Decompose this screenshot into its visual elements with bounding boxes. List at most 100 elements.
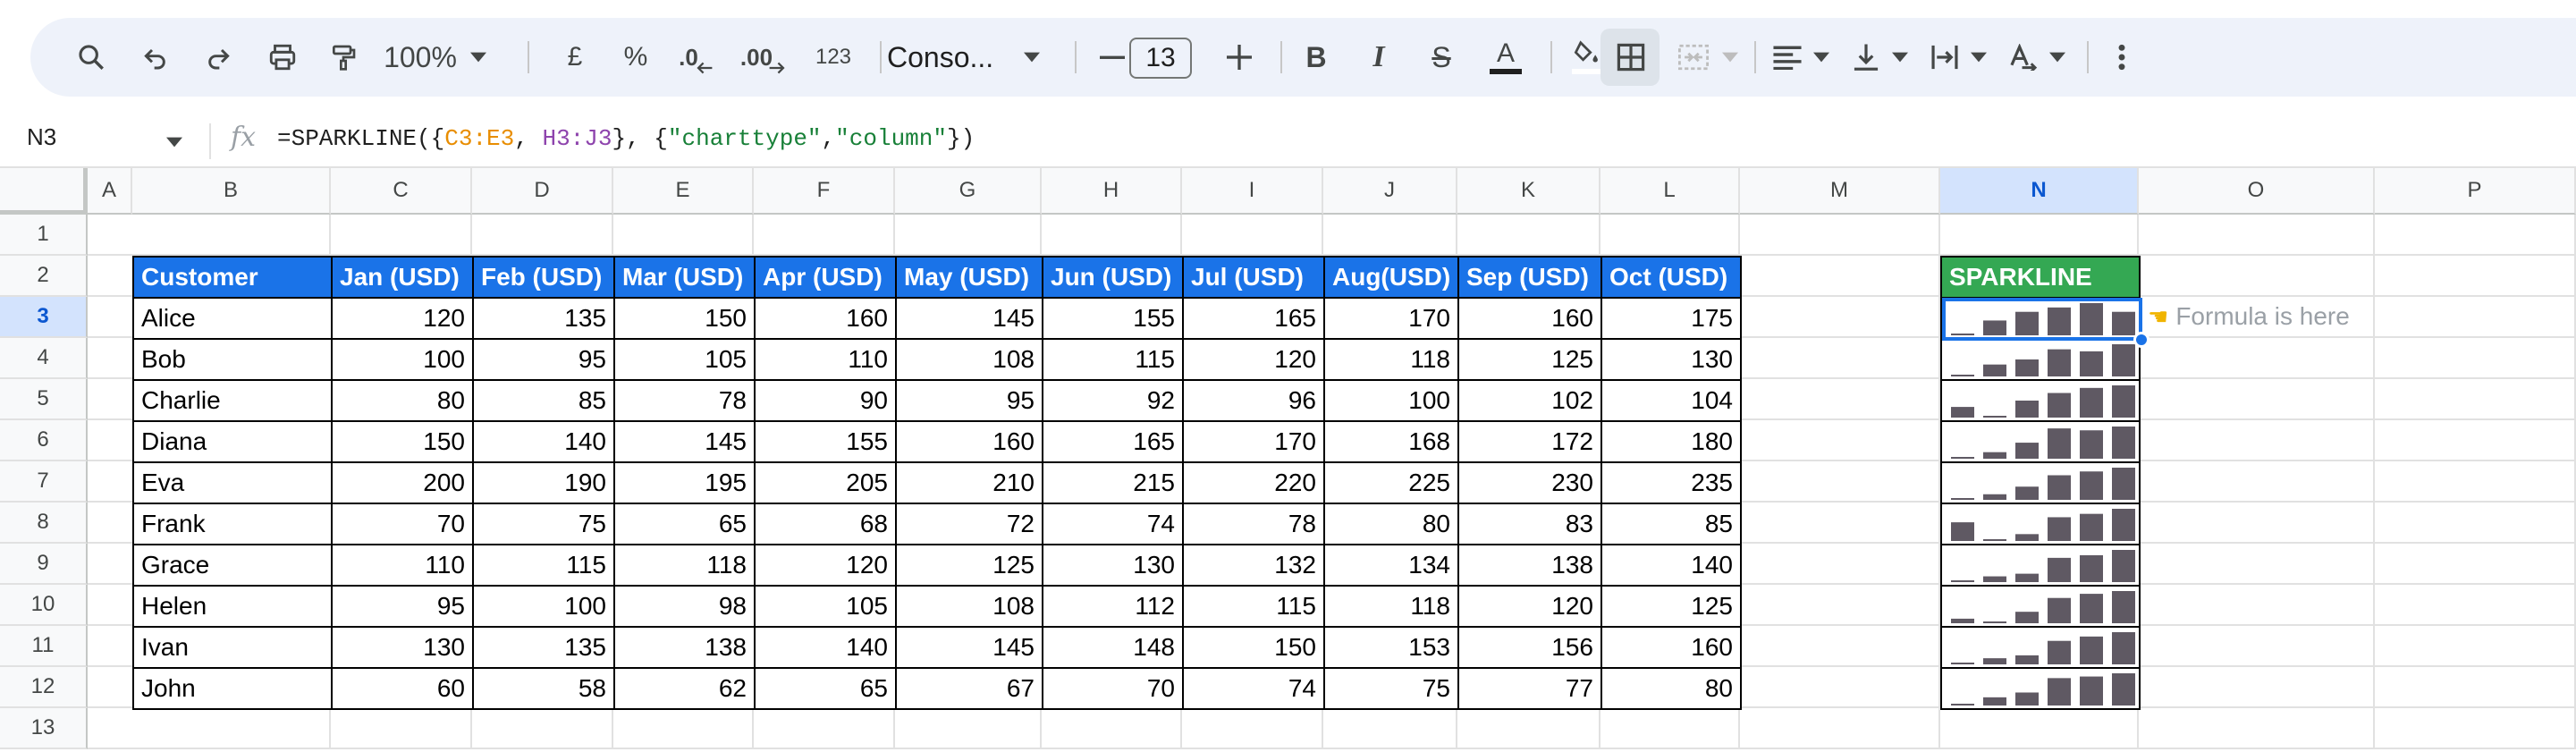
- column-header-m[interactable]: M: [1740, 168, 1940, 215]
- more-formats-button[interactable]: 123: [807, 18, 860, 97]
- sales-value-cell[interactable]: 125: [895, 544, 1043, 587]
- sales-value-cell[interactable]: 160: [1457, 297, 1602, 340]
- search-menus-icon[interactable]: [64, 18, 118, 97]
- sales-value-cell[interactable]: 65: [754, 667, 897, 710]
- sales-value-cell[interactable]: 172: [1457, 420, 1602, 463]
- row-header-7[interactable]: 7: [0, 461, 88, 503]
- sales-value-cell[interactable]: 118: [1323, 338, 1459, 381]
- sales-value-cell[interactable]: 67: [895, 667, 1043, 710]
- sales-value-cell[interactable]: 165: [1042, 420, 1184, 463]
- row-header-4[interactable]: 4: [0, 338, 88, 379]
- sales-value-cell[interactable]: 155: [1042, 297, 1184, 340]
- sales-value-cell[interactable]: 145: [895, 626, 1043, 669]
- sales-value-cell[interactable]: 220: [1182, 461, 1325, 504]
- sales-value-cell[interactable]: 75: [472, 503, 615, 545]
- undo-icon[interactable]: [131, 18, 181, 97]
- column-header-l[interactable]: L: [1600, 168, 1740, 215]
- customer-name-cell[interactable]: Alice: [132, 297, 333, 340]
- text-color-button[interactable]: A: [1479, 18, 1533, 97]
- customer-name-cell[interactable]: Grace: [132, 544, 333, 587]
- sales-value-cell[interactable]: 112: [1042, 585, 1184, 628]
- customer-name-cell[interactable]: Eva: [132, 461, 333, 504]
- strikethrough-button[interactable]: S: [1416, 18, 1466, 97]
- sales-value-cell[interactable]: 92: [1042, 379, 1184, 422]
- chevron-down-icon[interactable]: [1808, 18, 1835, 97]
- table-header-cell[interactable]: Oct (USD): [1600, 256, 1742, 299]
- sales-value-cell[interactable]: 210: [895, 461, 1043, 504]
- sales-value-cell[interactable]: 200: [331, 461, 474, 504]
- sales-value-cell[interactable]: 110: [331, 544, 474, 587]
- table-header-cell[interactable]: Jun (USD): [1042, 256, 1184, 299]
- merge-cells-button[interactable]: [1667, 18, 1720, 97]
- column-header-g[interactable]: G: [895, 168, 1042, 215]
- font-size-input[interactable]: 13: [1129, 38, 1192, 79]
- sales-value-cell[interactable]: 98: [613, 585, 756, 628]
- column-header-c[interactable]: C: [331, 168, 472, 215]
- sparkline-cell[interactable]: [1940, 420, 2141, 463]
- sales-value-cell[interactable]: 132: [1182, 544, 1325, 587]
- sales-value-cell[interactable]: 108: [895, 338, 1043, 381]
- sales-value-cell[interactable]: 230: [1457, 461, 1602, 504]
- row-header-2[interactable]: 2: [0, 256, 88, 297]
- sales-value-cell[interactable]: 138: [613, 626, 756, 669]
- sales-value-cell[interactable]: 68: [754, 503, 897, 545]
- row-header-13[interactable]: 13: [0, 708, 88, 749]
- zoom-select[interactable]: 100%: [381, 18, 460, 97]
- table-header-cell[interactable]: Feb (USD): [472, 256, 615, 299]
- sales-value-cell[interactable]: 77: [1457, 667, 1602, 710]
- sales-value-cell[interactable]: 115: [1042, 338, 1184, 381]
- sales-value-cell[interactable]: 153: [1323, 626, 1459, 669]
- sales-value-cell[interactable]: 180: [1600, 420, 1742, 463]
- sales-value-cell[interactable]: 108: [895, 585, 1043, 628]
- sales-value-cell[interactable]: 80: [1323, 503, 1459, 545]
- sales-value-cell[interactable]: 100: [1323, 379, 1459, 422]
- column-header-p[interactable]: P: [2375, 168, 2576, 215]
- bold-button[interactable]: B: [1291, 18, 1341, 97]
- sales-value-cell[interactable]: 156: [1457, 626, 1602, 669]
- column-header-j[interactable]: J: [1323, 168, 1457, 215]
- sales-value-cell[interactable]: 70: [331, 503, 474, 545]
- sparkline-cell[interactable]: [1940, 338, 2141, 381]
- sales-value-cell[interactable]: 78: [613, 379, 756, 422]
- decrease-decimal-button[interactable]: .0: [671, 18, 721, 97]
- sales-value-cell[interactable]: 90: [754, 379, 897, 422]
- table-header-cell[interactable]: May (USD): [895, 256, 1043, 299]
- sales-value-cell[interactable]: 100: [472, 585, 615, 628]
- sales-value-cell[interactable]: 148: [1042, 626, 1184, 669]
- sales-value-cell[interactable]: 65: [613, 503, 756, 545]
- sales-value-cell[interactable]: 135: [472, 297, 615, 340]
- sales-value-cell[interactable]: 118: [613, 544, 756, 587]
- sales-value-cell[interactable]: 85: [472, 379, 615, 422]
- redo-icon[interactable]: [193, 18, 243, 97]
- sales-value-cell[interactable]: 155: [754, 420, 897, 463]
- sales-value-cell[interactable]: 225: [1323, 461, 1459, 504]
- sales-value-cell[interactable]: 134: [1323, 544, 1459, 587]
- sales-value-cell[interactable]: 100: [331, 338, 474, 381]
- sales-value-cell[interactable]: 125: [1457, 338, 1602, 381]
- sales-value-cell[interactable]: 83: [1457, 503, 1602, 545]
- chevron-down-icon[interactable]: [166, 136, 182, 152]
- column-header-o[interactable]: O: [2139, 168, 2375, 215]
- sales-value-cell[interactable]: 138: [1457, 544, 1602, 587]
- column-header-h[interactable]: H: [1042, 168, 1182, 215]
- chevron-down-icon[interactable]: [1717, 18, 1744, 97]
- customer-name-cell[interactable]: Helen: [132, 585, 333, 628]
- sales-value-cell[interactable]: 105: [754, 585, 897, 628]
- sales-value-cell[interactable]: 74: [1182, 667, 1325, 710]
- horizontal-align-button[interactable]: [1765, 18, 1810, 97]
- row-header-9[interactable]: 9: [0, 544, 88, 585]
- row-header-8[interactable]: 8: [0, 503, 88, 544]
- customer-name-cell[interactable]: John: [132, 667, 333, 710]
- sales-value-cell[interactable]: 145: [895, 297, 1043, 340]
- column-header-d[interactable]: D: [472, 168, 613, 215]
- customer-name-cell[interactable]: Frank: [132, 503, 333, 545]
- sparkline-cell[interactable]: [1940, 626, 2141, 669]
- sales-value-cell[interactable]: 58: [472, 667, 615, 710]
- formula-input[interactable]: =SPARKLINE({C3:E3, H3:J3}, {"charttype",…: [277, 125, 975, 152]
- chevron-down-icon[interactable]: [2044, 18, 2071, 97]
- sales-value-cell[interactable]: 105: [613, 338, 756, 381]
- sales-value-cell[interactable]: 80: [1600, 667, 1742, 710]
- more-options-button[interactable]: [2099, 18, 2144, 97]
- customer-name-cell[interactable]: Ivan: [132, 626, 333, 669]
- sales-value-cell[interactable]: 140: [472, 420, 615, 463]
